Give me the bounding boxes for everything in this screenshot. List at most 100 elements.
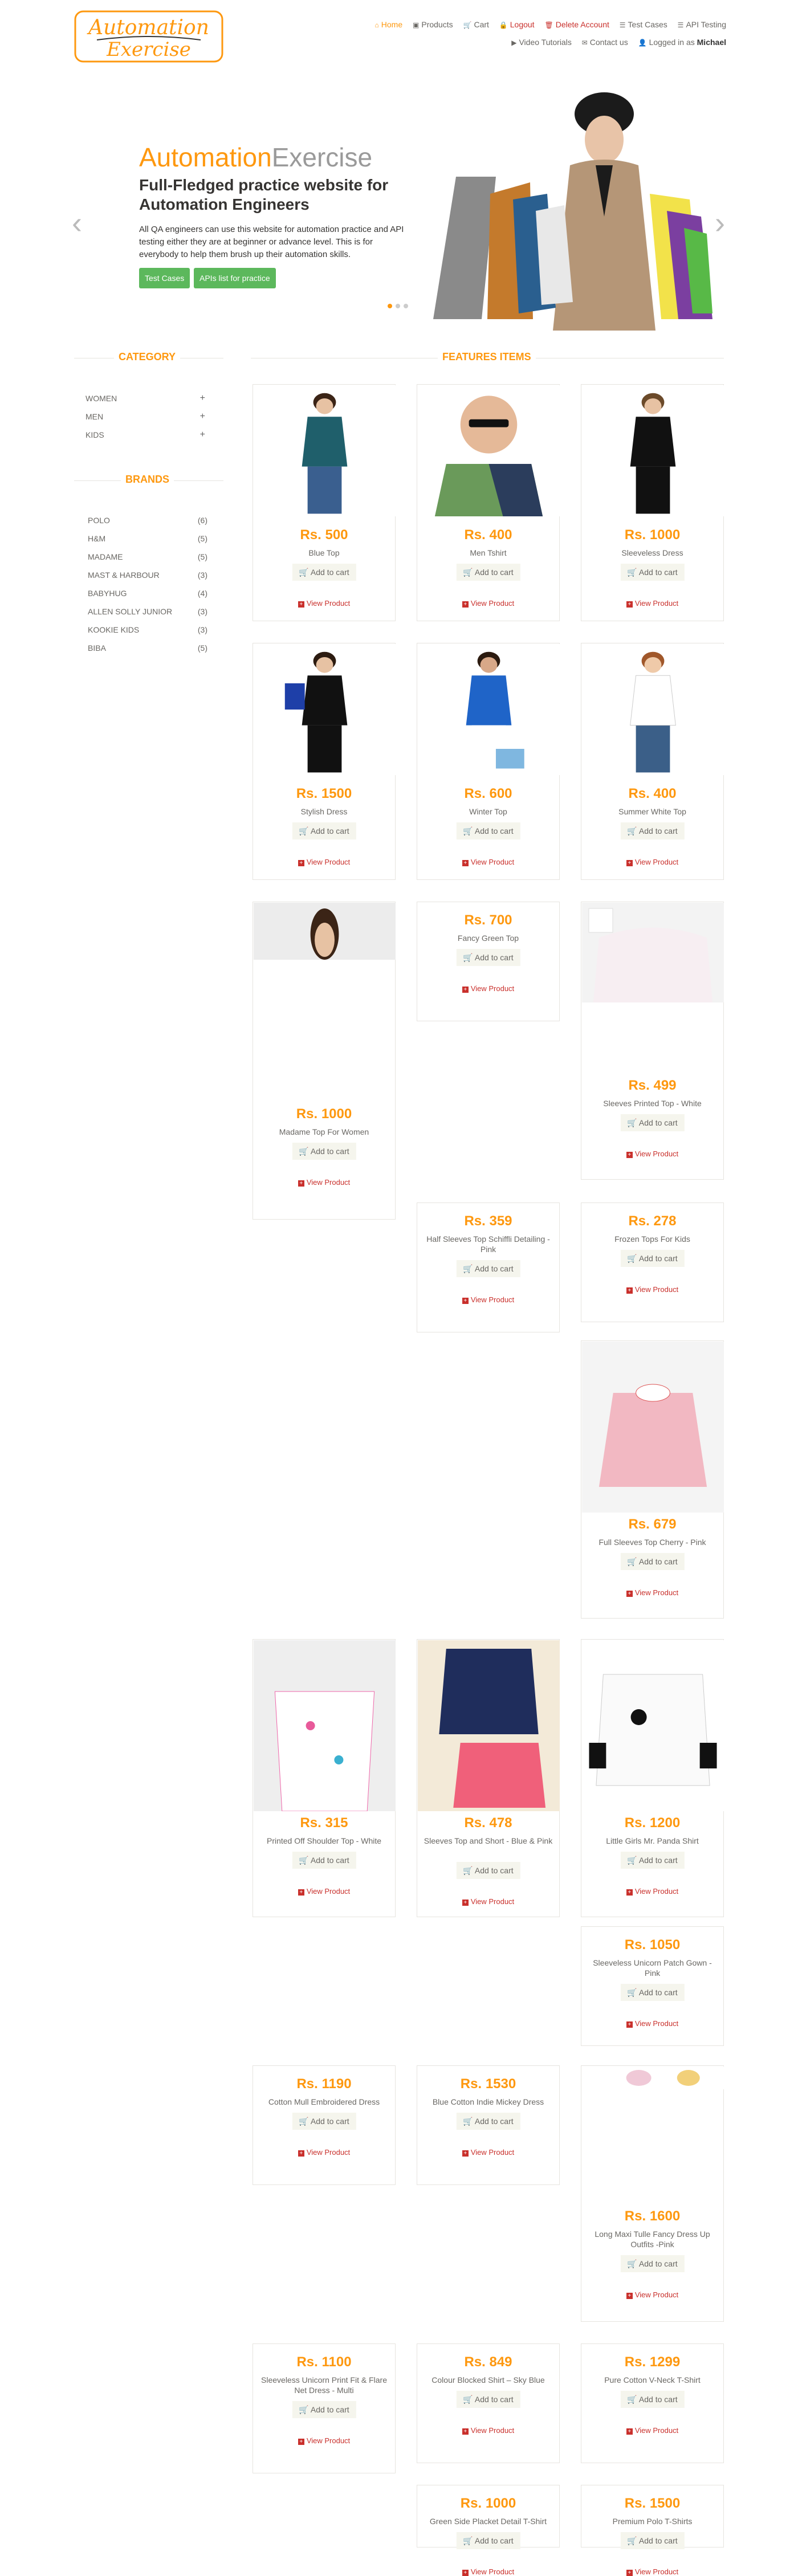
add-to-cart-button[interactable]: 🛒 Add to cart [456,2113,520,2130]
youtube-icon: ▶ [511,39,517,47]
view-product-link[interactable]: + View Product [417,1295,559,1304]
plus-square-icon: + [626,2428,633,2435]
view-product-label: View Product [634,2426,679,2435]
plus-icon[interactable]: + [200,429,205,441]
view-product-link[interactable]: + View Product [253,2436,395,2445]
brand-name: MAST & HARBOUR [88,570,160,580]
view-product-link[interactable]: + View Product [581,2290,723,2299]
view-product-link[interactable]: + View Product [581,1285,723,1294]
view-product-link[interactable]: + View Product [417,1897,559,1906]
add-to-cart-button[interactable]: 🛒 Add to cart [292,1852,356,1869]
add-to-cart-button[interactable]: 🛒 Add to cart [620,2391,685,2408]
add-to-cart-label: Add to cart [638,2536,678,2545]
add-to-cart-button[interactable]: 🛒 Add to cart [620,1114,685,1131]
view-product-link[interactable]: + View Product [253,858,395,866]
add-to-cart-button[interactable]: 🛒 Add to cart [456,949,520,966]
add-to-cart-button[interactable]: 🛒 Add to cart [620,2532,685,2549]
add-to-cart-button[interactable]: 🛒 Add to cart [292,2113,356,2130]
view-product-link[interactable]: + View Product [253,1178,395,1187]
nav-video-tutorials[interactable]: ▶ Video Tutorials [511,34,572,51]
add-to-cart-button[interactable]: 🛒 Add to cart [456,822,520,839]
product-price: Rs. 1600 [624,2208,681,2224]
nav-contact[interactable]: ✉ Contact us [582,34,628,51]
product-name: Sleeveless Unicorn Print Fit & Flare Net… [261,2375,387,2395]
nav-test-cases[interactable]: ☰ Test Cases [620,16,667,34]
brand-allen-solly[interactable]: ALLEN SOLLY JUNIOR (3) [88,605,207,618]
nav-contact-label: Contact us [589,38,628,47]
add-to-cart-button[interactable]: 🛒 Add to cart [292,564,356,581]
add-to-cart-label: Add to cart [474,2116,514,2126]
product-name: Colour Blocked Shirt – Sky Blue [431,2375,545,2385]
nav-logout[interactable]: 🔒 Logout [499,16,535,34]
plus-icon[interactable]: + [200,392,205,405]
apis-list-button[interactable]: APIs list for practice [194,268,276,288]
view-product-link[interactable]: + View Product [581,1588,723,1597]
view-product-link[interactable]: + View Product [581,858,723,866]
brand-madame[interactable]: MADAME (5) [88,551,207,563]
add-to-cart-button[interactable]: 🛒 Add to cart [292,822,356,839]
nav-home[interactable]: ⌂ Home [375,16,403,34]
view-product-link[interactable]: + View Product [417,2567,559,2576]
brand-mast-harbour[interactable]: MAST & HARBOUR (3) [88,569,207,581]
slider-dot-2[interactable] [396,304,400,308]
view-product-link[interactable]: + View Product [253,1887,395,1896]
add-to-cart-button[interactable]: 🛒 Add to cart [456,564,520,581]
view-product-label: View Product [634,2567,679,2576]
nav-api-testing[interactable]: ☰ API Testing [678,16,726,34]
brand-biba[interactable]: BIBA (5) [88,642,207,654]
product-name: Winter Top [469,807,507,816]
view-product-link[interactable]: + View Product [581,2567,723,2576]
view-product-link[interactable]: + View Product [417,599,559,608]
add-to-cart-button[interactable]: 🛒 Add to cart [456,1862,520,1879]
view-product-link[interactable]: + View Product [417,984,559,993]
add-to-cart-button[interactable]: 🛒 Add to cart [620,2255,685,2272]
nav-delete-account[interactable]: 🗑 Delete Account [544,16,609,34]
view-product-link[interactable]: + View Product [253,2148,395,2157]
category-men[interactable]: MEN + [85,410,205,423]
add-to-cart-button[interactable]: 🛒 Add to cart [620,564,685,581]
view-product-link[interactable]: + View Product [581,1887,723,1896]
slider-dot-1[interactable] [388,304,392,308]
add-to-cart-button[interactable]: 🛒 Add to cart [620,1852,685,1869]
view-product-label: View Product [306,1887,351,1896]
add-to-cart-button[interactable]: 🛒 Add to cart [620,1984,685,2001]
view-product-link[interactable]: + View Product [417,2426,559,2435]
nav-cart[interactable]: 🛒 Cart [463,16,489,34]
view-product-link[interactable]: + View Product [581,599,723,608]
product-name: Men Tshirt [470,548,507,557]
add-to-cart-label: Add to cart [638,1987,678,1997]
view-product-link[interactable]: + View Product [253,599,395,608]
product-card: Rs. 1200 Little Girls Mr. Panda Shirt 🛒 Ad… [581,1639,724,1917]
add-to-cart-button[interactable]: 🛒 Add to cart [456,1260,520,1277]
plus-icon[interactable]: + [200,410,205,423]
view-product-link[interactable]: + View Product [417,858,559,866]
slider-prev-arrow[interactable]: ‹ [72,205,82,241]
add-to-cart-button[interactable]: 🛒 Add to cart [620,1553,685,1570]
brand-kookie-kids[interactable]: KOOKIE KIDS (3) [88,623,207,636]
add-to-cart-button[interactable]: 🛒 Add to cart [292,2401,356,2418]
add-to-cart-button[interactable]: 🛒 Add to cart [456,2532,520,2549]
view-product-link[interactable]: + View Product [417,2148,559,2157]
slider-dot-3[interactable] [404,304,408,308]
slider-next-arrow[interactable]: › [715,205,725,241]
add-to-cart-button[interactable]: 🛒 Add to cart [456,2391,520,2408]
nav-products[interactable]: ▣ Products [413,16,453,34]
brand-hm[interactable]: H&M (5) [88,532,207,545]
site-logo[interactable]: Automation Exercise [74,10,223,63]
view-product-label: View Product [634,1887,679,1896]
add-to-cart-button[interactable]: 🛒 Add to cart [292,1143,356,1160]
brand-name: H&M [88,534,106,543]
category-kids[interactable]: KIDS + [85,429,205,441]
product-price: Rs. 679 [628,1517,677,1532]
add-to-cart-button[interactable]: 🛒 Add to cart [620,1250,685,1267]
nav-logged-in: 👤 Logged in as Michael [638,34,726,51]
view-product-link[interactable]: + View Product [581,1150,723,1158]
view-product-link[interactable]: + View Product [581,2019,723,2028]
brand-polo[interactable]: POLO (6) [88,514,207,527]
view-product-label: View Product [634,2290,679,2299]
add-to-cart-button[interactable]: 🛒 Add to cart [620,822,685,839]
category-women[interactable]: WOMEN + [85,392,205,405]
test-cases-button[interactable]: Test Cases [139,268,190,288]
view-product-link[interactable]: + View Product [581,2426,723,2435]
brand-babyhug[interactable]: BABYHUG (4) [88,587,207,600]
